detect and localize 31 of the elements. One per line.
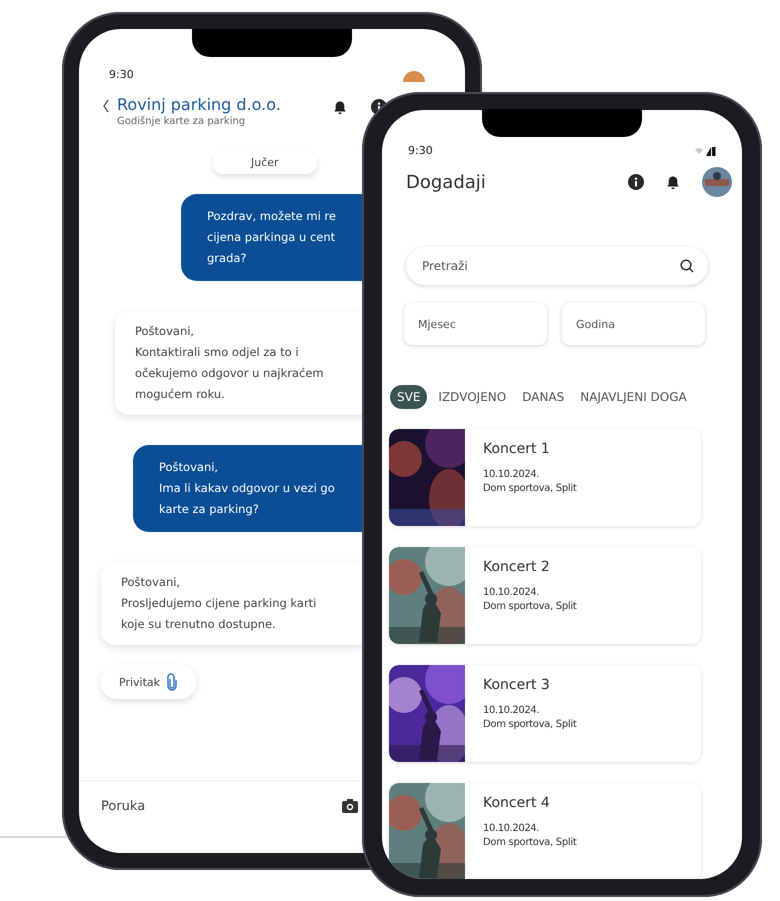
year-field[interactable]: Godina [562, 303, 705, 345]
event-date: 10.10.2024. [483, 587, 540, 598]
filter-tab[interactable]: DANAS [517, 385, 570, 409]
event-title: Koncert 1 [483, 441, 551, 457]
date-chip: Jučer [213, 151, 317, 174]
filter-tab[interactable]: NAJAVLJENI DOGA [575, 385, 692, 409]
event-card[interactable]: Koncert 2 10.10.2024. Dom sportova, Split [389, 547, 701, 644]
event-title: Koncert 4 [483, 795, 551, 811]
filter-tab[interactable]: SVE [390, 385, 428, 409]
search-field[interactable]: Pretraži [406, 247, 708, 285]
message-field[interactable]: Poruka [79, 781, 329, 831]
filter-tab[interactable]: IZDVOJENO [433, 385, 512, 409]
event-venue: Dom sportova, Split [483, 837, 576, 848]
chat-subtitle: Godišnje karte za parking [117, 116, 246, 127]
chat-title: Rovinj parking d.o.o. [117, 95, 282, 114]
event-date: 10.10.2024. [483, 469, 540, 480]
event-venue: Dom sportova, Split [483, 601, 576, 612]
status-time: 9:30 [109, 68, 134, 81]
event-venue: Dom sportova, Split [483, 483, 576, 494]
event-card[interactable]: Koncert 3 10.10.2024. Dom sportova, Split [389, 665, 701, 762]
status-time: 9:30 [408, 144, 433, 157]
event-date: 10.10.2024. [483, 823, 540, 834]
event-title: Koncert 2 [483, 559, 551, 575]
event-card[interactable]: Koncert 1 10.10.2024. Dom sportova, Split [389, 429, 701, 526]
event-title: Koncert 3 [483, 677, 551, 693]
screen-title: Dogadaji [406, 172, 487, 192]
attachment-chip[interactable]: Privitak [101, 665, 196, 699]
month-field[interactable]: Mjesec [404, 303, 547, 345]
event-date: 10.10.2024. [483, 705, 540, 716]
event-venue: Dom sportova, Split [483, 719, 576, 730]
event-card[interactable]: Koncert 4 10.10.2024. Dom sportova, Split [389, 783, 701, 879]
